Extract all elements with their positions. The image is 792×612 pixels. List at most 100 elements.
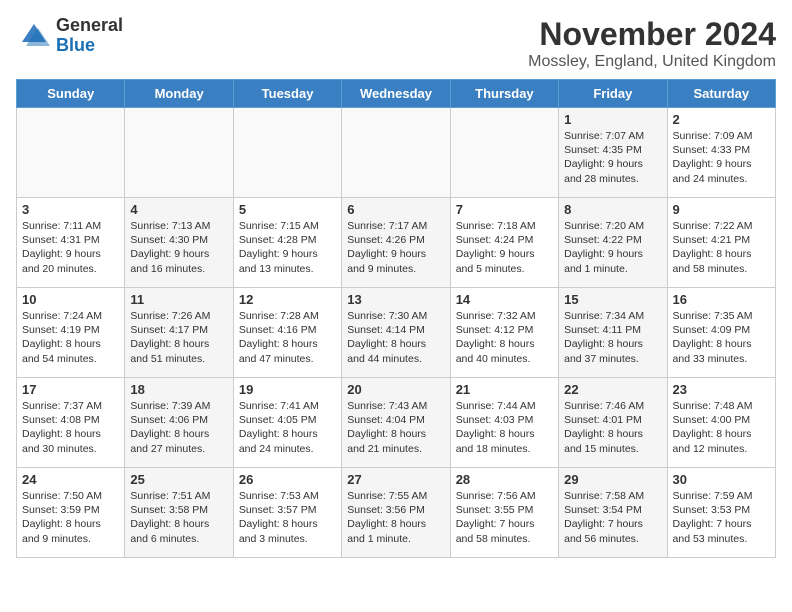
day-info: Sunrise: 7:51 AM Sunset: 3:58 PM Dayligh…: [130, 489, 227, 546]
week-row-3: 10Sunrise: 7:24 AM Sunset: 4:19 PM Dayli…: [17, 288, 776, 378]
day-number: 24: [22, 472, 119, 487]
calendar-day: 15 Sunrise: 7:34 AM Sunset: 4:11 PM Dayli…: [559, 288, 667, 378]
logo: General Blue: [16, 16, 123, 56]
day-number: 26: [239, 472, 336, 487]
weekday-header-saturday: Saturday: [667, 80, 775, 108]
day-info: Sunrise: 7:24 AM Sunset: 4:19 PM Dayligh…: [22, 309, 119, 366]
day-info: Sunrise: 7:26 AM Sunset: 4:17 PM Dayligh…: [130, 309, 227, 366]
day-info: Sunrise: 7:37 AM Sunset: 4:08 PM Dayligh…: [22, 399, 119, 456]
day-info: Sunrise: 7:07 AM Sunset: 4:35 PM Dayligh…: [564, 129, 661, 186]
day-number: 9: [673, 202, 770, 217]
calendar-day: 18 Sunrise: 7:39 AM Sunset: 4:06 PM Dayli…: [125, 378, 233, 468]
calendar-day: 23Sunrise: 7:48 AM Sunset: 4:00 PM Dayli…: [667, 378, 775, 468]
calendar-day: 10Sunrise: 7:24 AM Sunset: 4:19 PM Dayli…: [17, 288, 125, 378]
calendar-day: 30Sunrise: 7:59 AM Sunset: 3:53 PM Dayli…: [667, 468, 775, 558]
day-info: Sunrise: 7:28 AM Sunset: 4:16 PM Dayligh…: [239, 309, 336, 366]
day-info: Sunrise: 7:18 AM Sunset: 4:24 PM Dayligh…: [456, 219, 553, 276]
day-info: Sunrise: 7:44 AM Sunset: 4:03 PM Dayligh…: [456, 399, 553, 456]
calendar-day: 22Sunrise: 7:46 AM Sunset: 4:01 PM Dayli…: [559, 378, 667, 468]
weekday-header-tuesday: Tuesday: [233, 80, 341, 108]
day-number: 29: [564, 472, 661, 487]
day-info: Sunrise: 7:43 AM Sunset: 4:04 PM Dayligh…: [347, 399, 444, 456]
day-info: Sunrise: 7:46 AM Sunset: 4:01 PM Dayligh…: [564, 399, 661, 456]
week-row-1: 1Sunrise: 7:07 AM Sunset: 4:35 PM Daylig…: [17, 108, 776, 198]
week-row-2: 3 Sunrise: 7:11 AM Sunset: 4:31 PM Daylig…: [17, 198, 776, 288]
month-title: November 2024: [528, 16, 776, 53]
day-number: 17: [22, 382, 119, 397]
day-info: Sunrise: 7:53 AM Sunset: 3:57 PM Dayligh…: [239, 489, 336, 546]
day-info: Sunrise: 7:41 AM Sunset: 4:05 PM Dayligh…: [239, 399, 336, 456]
calendar-day: 3 Sunrise: 7:11 AM Sunset: 4:31 PM Daylig…: [17, 198, 125, 288]
week-row-4: 17 Sunrise: 7:37 AM Sunset: 4:08 PM Dayli…: [17, 378, 776, 468]
calendar-day: [450, 108, 558, 198]
logo-blue-text: Blue: [56, 36, 123, 56]
day-info: Sunrise: 7:58 AM Sunset: 3:54 PM Dayligh…: [564, 489, 661, 546]
calendar-day: 6 Sunrise: 7:17 AM Sunset: 4:26 PM Daylig…: [342, 198, 450, 288]
calendar-day: [125, 108, 233, 198]
calendar-day: 26 Sunrise: 7:53 AM Sunset: 3:57 PM Dayli…: [233, 468, 341, 558]
day-number: 28: [456, 472, 553, 487]
title-area: November 2024 Mossley, England, United K…: [528, 16, 776, 71]
day-number: 25: [130, 472, 227, 487]
day-number: 15: [564, 292, 661, 307]
day-number: 3: [22, 202, 119, 217]
calendar-day: 14Sunrise: 7:32 AM Sunset: 4:12 PM Dayli…: [450, 288, 558, 378]
calendar-day: 21 Sunrise: 7:44 AM Sunset: 4:03 PM Dayli…: [450, 378, 558, 468]
day-number: 2: [673, 112, 770, 127]
day-info: Sunrise: 7:35 AM Sunset: 4:09 PM Dayligh…: [673, 309, 770, 366]
calendar-day: 25 Sunrise: 7:51 AM Sunset: 3:58 PM Dayli…: [125, 468, 233, 558]
day-number: 27: [347, 472, 444, 487]
day-number: 8: [564, 202, 661, 217]
calendar-day: 27Sunrise: 7:55 AM Sunset: 3:56 PM Dayli…: [342, 468, 450, 558]
weekday-header-wednesday: Wednesday: [342, 80, 450, 108]
day-number: 12: [239, 292, 336, 307]
day-info: Sunrise: 7:34 AM Sunset: 4:11 PM Dayligh…: [564, 309, 661, 366]
calendar-day: 29 Sunrise: 7:58 AM Sunset: 3:54 PM Dayli…: [559, 468, 667, 558]
day-number: 7: [456, 202, 553, 217]
weekday-header-thursday: Thursday: [450, 80, 558, 108]
day-number: 23: [673, 382, 770, 397]
calendar-day: 2Sunrise: 7:09 AM Sunset: 4:33 PM Daylig…: [667, 108, 775, 198]
day-info: Sunrise: 7:20 AM Sunset: 4:22 PM Dayligh…: [564, 219, 661, 276]
day-info: Sunrise: 7:39 AM Sunset: 4:06 PM Dayligh…: [130, 399, 227, 456]
calendar-day: 24 Sunrise: 7:50 AM Sunset: 3:59 PM Dayli…: [17, 468, 125, 558]
day-number: 30: [673, 472, 770, 487]
day-info: Sunrise: 7:15 AM Sunset: 4:28 PM Dayligh…: [239, 219, 336, 276]
weekday-header-sunday: Sunday: [17, 80, 125, 108]
calendar-day: 19 Sunrise: 7:41 AM Sunset: 4:05 PM Dayli…: [233, 378, 341, 468]
day-info: Sunrise: 7:22 AM Sunset: 4:21 PM Dayligh…: [673, 219, 770, 276]
day-number: 5: [239, 202, 336, 217]
calendar-day: 1Sunrise: 7:07 AM Sunset: 4:35 PM Daylig…: [559, 108, 667, 198]
day-info: Sunrise: 7:56 AM Sunset: 3:55 PM Dayligh…: [456, 489, 553, 546]
day-number: 11: [130, 292, 227, 307]
header: General Blue November 2024 Mossley, Engl…: [16, 16, 776, 71]
calendar-day: 20Sunrise: 7:43 AM Sunset: 4:04 PM Dayli…: [342, 378, 450, 468]
calendar-day: 4 Sunrise: 7:13 AM Sunset: 4:30 PM Daylig…: [125, 198, 233, 288]
calendar-table: SundayMondayTuesdayWednesdayThursdayFrid…: [16, 79, 776, 558]
location-title: Mossley, England, United Kingdom: [528, 53, 776, 71]
day-info: Sunrise: 7:11 AM Sunset: 4:31 PM Dayligh…: [22, 219, 119, 276]
day-number: 4: [130, 202, 227, 217]
day-info: Sunrise: 7:50 AM Sunset: 3:59 PM Dayligh…: [22, 489, 119, 546]
day-number: 18: [130, 382, 227, 397]
calendar-day: 11 Sunrise: 7:26 AM Sunset: 4:17 PM Dayli…: [125, 288, 233, 378]
logo-general-text: General: [56, 16, 123, 36]
day-info: Sunrise: 7:17 AM Sunset: 4:26 PM Dayligh…: [347, 219, 444, 276]
day-number: 21: [456, 382, 553, 397]
calendar-day: 16 Sunrise: 7:35 AM Sunset: 4:09 PM Dayli…: [667, 288, 775, 378]
calendar-day: 12 Sunrise: 7:28 AM Sunset: 4:16 PM Dayli…: [233, 288, 341, 378]
logo-icon: [16, 18, 52, 54]
weekday-header-monday: Monday: [125, 80, 233, 108]
calendar-day: 7 Sunrise: 7:18 AM Sunset: 4:24 PM Daylig…: [450, 198, 558, 288]
calendar-day: 13Sunrise: 7:30 AM Sunset: 4:14 PM Dayli…: [342, 288, 450, 378]
day-number: 19: [239, 382, 336, 397]
calendar-day: 5 Sunrise: 7:15 AM Sunset: 4:28 PM Daylig…: [233, 198, 341, 288]
day-info: Sunrise: 7:13 AM Sunset: 4:30 PM Dayligh…: [130, 219, 227, 276]
calendar-day: 9 Sunrise: 7:22 AM Sunset: 4:21 PM Daylig…: [667, 198, 775, 288]
weekday-header-friday: Friday: [559, 80, 667, 108]
calendar-day: 17 Sunrise: 7:37 AM Sunset: 4:08 PM Dayli…: [17, 378, 125, 468]
day-number: 16: [673, 292, 770, 307]
day-number: 13: [347, 292, 444, 307]
day-number: 6: [347, 202, 444, 217]
week-row-5: 24 Sunrise: 7:50 AM Sunset: 3:59 PM Dayli…: [17, 468, 776, 558]
